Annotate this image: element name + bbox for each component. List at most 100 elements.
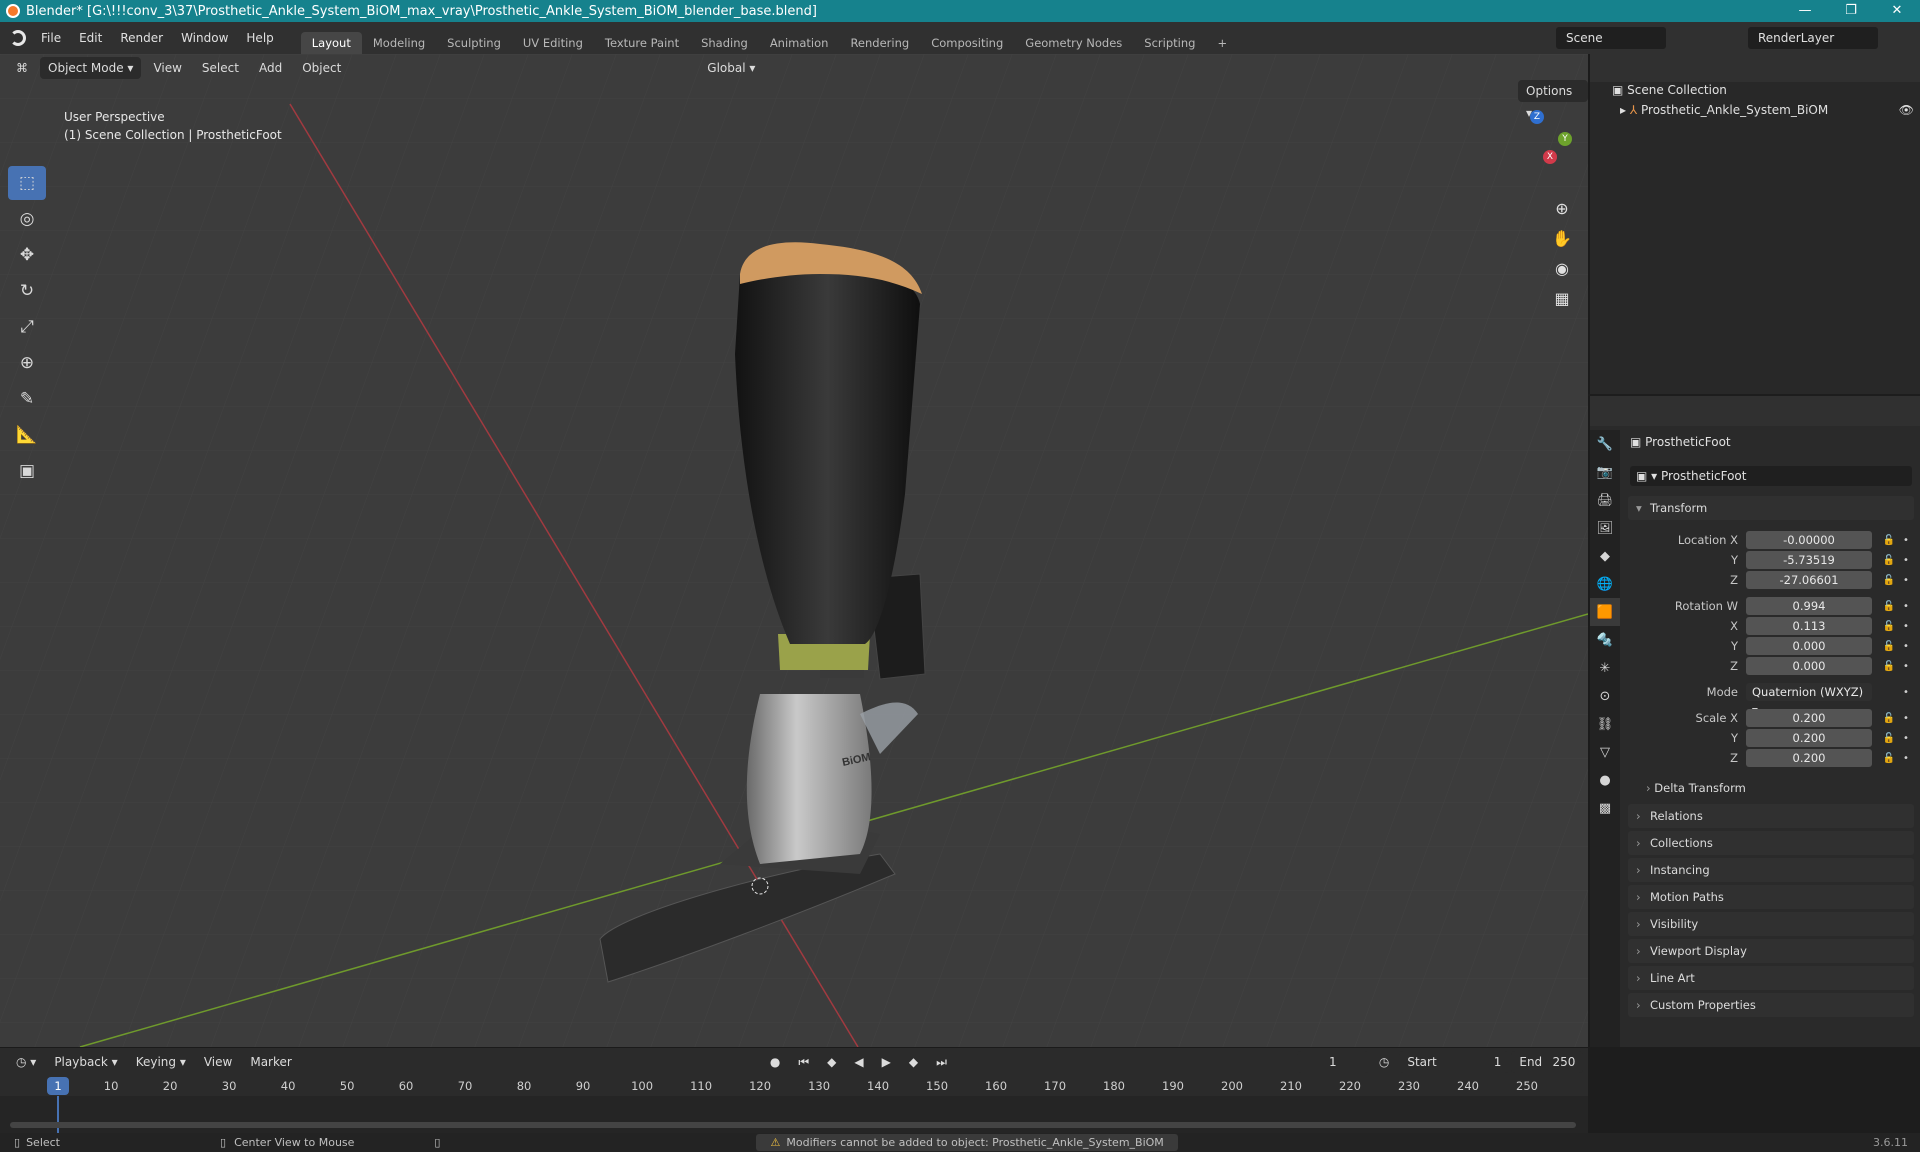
move-tool[interactable]: ✥ bbox=[8, 238, 46, 272]
options-dropdown[interactable]: Options ▾ bbox=[1518, 80, 1588, 120]
gizmo-x[interactable]: X bbox=[1543, 150, 1557, 164]
location-z-field[interactable]: -27.06601 bbox=[1746, 571, 1872, 589]
keyframe-dot-icon[interactable]: • bbox=[1900, 661, 1912, 672]
start-frame-field[interactable]: Start 1 bbox=[1399, 1051, 1510, 1073]
panel-collections[interactable]: › Collections bbox=[1628, 831, 1914, 855]
jump-end-icon[interactable]: ⏭ bbox=[928, 1051, 955, 1073]
scene-selector[interactable]: Scene bbox=[1556, 27, 1666, 49]
next-keyframe-icon[interactable]: ◆ bbox=[901, 1051, 926, 1073]
tab-sculpting[interactable]: Sculpting bbox=[436, 32, 512, 54]
tab-rendering[interactable]: Rendering bbox=[839, 32, 920, 54]
panel-viewport-display[interactable]: › Viewport Display bbox=[1628, 939, 1914, 963]
blender-logo-icon[interactable] bbox=[10, 30, 26, 46]
menu-render[interactable]: Render bbox=[111, 22, 172, 54]
keyframe-dot-icon[interactable]: • bbox=[1900, 575, 1912, 586]
lock-icon[interactable]: 🔓 bbox=[1878, 661, 1900, 672]
object-tab-icon[interactable]: 🟧 bbox=[1590, 598, 1620, 626]
measure-tool[interactable]: 📐 bbox=[8, 418, 46, 452]
menu-help[interactable]: Help bbox=[237, 22, 282, 54]
transform-orientation[interactable]: Global ▾ bbox=[699, 57, 763, 79]
panel-custom-properties[interactable]: › Custom Properties bbox=[1628, 993, 1914, 1017]
select-box-tool[interactable]: ⬚ bbox=[8, 166, 46, 200]
rotation-mode-dropdown[interactable]: Quaternion (WXYZ) ▾ bbox=[1746, 683, 1872, 717]
annotate-tool[interactable]: ✎ bbox=[8, 382, 46, 416]
tab-animation[interactable]: Animation bbox=[759, 32, 840, 54]
tab-scripting[interactable]: Scripting bbox=[1133, 32, 1206, 54]
play-icon[interactable]: ▶ bbox=[874, 1051, 899, 1073]
keyframe-dot-icon[interactable]: • bbox=[1900, 535, 1912, 546]
lock-icon[interactable]: 🔓 bbox=[1878, 641, 1900, 652]
scale-y-field[interactable]: 0.200 bbox=[1746, 729, 1872, 747]
expand-arrow-icon[interactable]: ▸ bbox=[1620, 103, 1630, 117]
tab-geometry-nodes[interactable]: Geometry Nodes bbox=[1014, 32, 1133, 54]
gizmo-z[interactable]: Z bbox=[1530, 110, 1544, 124]
keyframe-dot-icon[interactable]: • bbox=[1900, 641, 1912, 652]
keyframe-dot-icon[interactable]: • bbox=[1900, 713, 1912, 724]
mode-selector[interactable]: Object Mode ▾ bbox=[40, 57, 142, 79]
scene-tab-icon[interactable]: ◆ bbox=[1590, 542, 1620, 570]
view-layer-tab-icon[interactable]: 🖼 bbox=[1590, 514, 1620, 542]
lock-icon[interactable]: 🔓 bbox=[1878, 601, 1900, 612]
menu-select[interactable]: Select bbox=[194, 57, 247, 79]
current-frame-field[interactable]: 1 bbox=[1296, 1051, 1369, 1073]
data-tab-icon[interactable]: ▽ bbox=[1590, 738, 1620, 766]
scale-x-field[interactable]: 0.200 bbox=[1746, 709, 1872, 727]
lock-icon[interactable]: 🔓 bbox=[1878, 753, 1900, 764]
lock-icon[interactable]: 🔓 bbox=[1878, 713, 1900, 724]
close-button[interactable]: ✕ bbox=[1874, 0, 1920, 22]
timeline-ruler[interactable]: 1 10 20 30 40 50 60 70 80 90 100 110 120 130 140 150 160… bbox=[0, 1076, 1588, 1096]
constraints-tab-icon[interactable]: ⛓ bbox=[1590, 710, 1620, 738]
rotation-y-field[interactable]: 0.000 bbox=[1746, 637, 1872, 655]
pan-hand-icon[interactable]: ✋ bbox=[1548, 224, 1576, 252]
scene-collection-row[interactable]: ▣ Scene Collection bbox=[1612, 80, 1727, 100]
world-tab-icon[interactable]: 🌐 bbox=[1590, 570, 1620, 598]
maximize-button[interactable]: ❐ bbox=[1828, 0, 1874, 22]
menu-edit[interactable]: Edit bbox=[70, 22, 111, 54]
prev-keyframe-icon[interactable]: ◆ bbox=[819, 1051, 844, 1073]
tab-shading[interactable]: Shading bbox=[690, 32, 759, 54]
timeline-editor-type-icon[interactable]: ◷ ▾ bbox=[8, 1051, 44, 1073]
physics-tab-icon[interactable]: ⊙ bbox=[1590, 682, 1620, 710]
add-cube-tool[interactable]: ▣ bbox=[8, 454, 46, 488]
cursor-tool[interactable]: ◎ bbox=[8, 202, 46, 236]
perspective-grid-icon[interactable]: ▦ bbox=[1548, 284, 1576, 312]
menu-file[interactable]: File bbox=[32, 22, 70, 54]
rotation-x-field[interactable]: 0.113 bbox=[1746, 617, 1872, 635]
visibility-eye-icon[interactable]: 👁 bbox=[1899, 100, 1914, 120]
transform-tool[interactable]: ⊕ bbox=[8, 346, 46, 380]
panel-line-art[interactable]: › Line Art bbox=[1628, 966, 1914, 990]
lock-icon[interactable]: 🔓 bbox=[1878, 733, 1900, 744]
tab-uv-editing[interactable]: UV Editing bbox=[512, 32, 594, 54]
panel-motion-paths[interactable]: › Motion Paths bbox=[1628, 885, 1914, 909]
material-tab-icon[interactable]: ● bbox=[1590, 766, 1620, 794]
panel-instancing[interactable]: › Instancing bbox=[1628, 858, 1914, 882]
delta-transform-subpanel[interactable]: › Delta Transform bbox=[1646, 776, 1746, 800]
menu-object[interactable]: Object bbox=[294, 57, 349, 79]
jump-start-icon[interactable]: ⏮ bbox=[790, 1051, 817, 1073]
texture-tab-icon[interactable]: ▩ bbox=[1590, 794, 1620, 822]
object-data-field[interactable]: ▣ ▾ ProstheticFoot bbox=[1630, 466, 1912, 486]
zoom-icon[interactable]: ⊕ bbox=[1548, 194, 1576, 222]
lock-icon[interactable]: 🔓 bbox=[1878, 535, 1900, 546]
tool-tab-icon[interactable]: 🔧 bbox=[1590, 430, 1620, 458]
menu-view[interactable]: View bbox=[145, 57, 189, 79]
keyframe-dot-icon[interactable]: • bbox=[1900, 601, 1912, 612]
keyframe-dot-icon[interactable]: • bbox=[1900, 621, 1912, 632]
rotate-tool[interactable]: ↻ bbox=[8, 274, 46, 308]
panel-visibility[interactable]: › Visibility bbox=[1628, 912, 1914, 936]
location-x-field[interactable]: -0.00000 bbox=[1746, 531, 1872, 549]
play-reverse-icon[interactable]: ◀ bbox=[846, 1051, 871, 1073]
particles-tab-icon[interactable]: ✳ bbox=[1590, 654, 1620, 682]
frame-range-clock-icon[interactable]: ◷ bbox=[1371, 1051, 1397, 1073]
panel-relations[interactable]: › Relations bbox=[1628, 804, 1914, 828]
scale-z-field[interactable]: 0.200 bbox=[1746, 749, 1872, 767]
lock-icon[interactable]: 🔓 bbox=[1878, 621, 1900, 632]
lock-icon[interactable]: 🔓 bbox=[1878, 575, 1900, 586]
camera-view-icon[interactable]: ◉ bbox=[1548, 254, 1576, 282]
minimize-button[interactable]: — bbox=[1782, 0, 1828, 22]
editor-type-icon[interactable]: ⌘ bbox=[8, 57, 36, 79]
navigation-gizmo[interactable]: Z Y X bbox=[1486, 110, 1576, 190]
lock-icon[interactable]: 🔓 bbox=[1878, 555, 1900, 566]
output-tab-icon[interactable]: 🖨 bbox=[1590, 486, 1620, 514]
tab-texture-paint[interactable]: Texture Paint bbox=[594, 32, 690, 54]
